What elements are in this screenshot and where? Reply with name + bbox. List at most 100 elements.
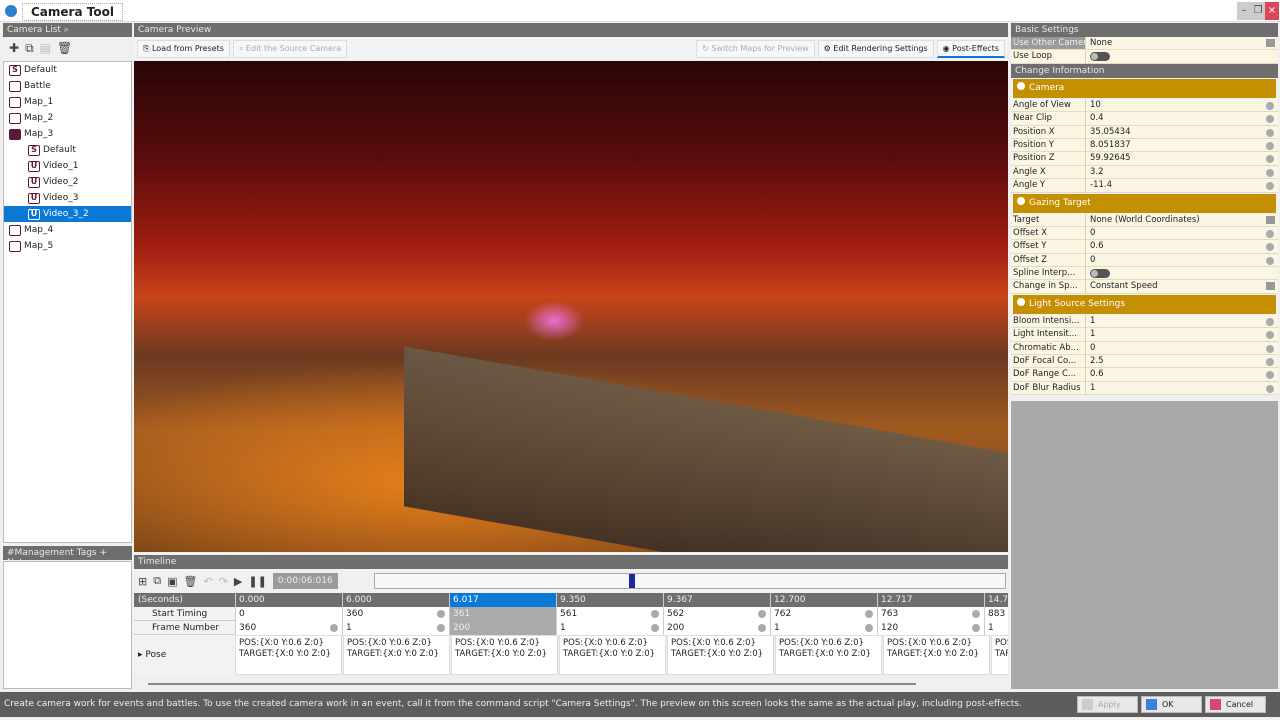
tree-item[interactable]: Map_5 (4, 238, 131, 254)
delete-icon[interactable]: 🗑 (57, 41, 72, 55)
remove-icon[interactable] (651, 610, 659, 618)
property-toggle[interactable] (1090, 269, 1110, 279)
tree-item[interactable]: U Video_3_2 (4, 206, 131, 222)
delete-icon[interactable]: 🗑 (183, 575, 197, 588)
start-timing-cell[interactable]: 883 (984, 607, 1008, 621)
reset-icon[interactable] (1266, 243, 1274, 252)
reset-icon[interactable] (1266, 182, 1274, 191)
pose-cell[interactable]: POS:{X:0 Y:0.6 Z:0} TARGET:{X:0 Y:0 Z:0} (559, 635, 666, 675)
cancel-button[interactable]: Cancel (1205, 696, 1266, 713)
edit-source-camera-button[interactable]: ⌕ Edit the Source Camera (232, 40, 348, 58)
camera-preview-viewport[interactable] (134, 61, 1008, 552)
property-input[interactable]: 1 (1086, 328, 1278, 340)
property-input[interactable]: 0 (1086, 342, 1278, 354)
start-timing-cell[interactable]: 0 (235, 607, 342, 621)
start-timing-cell[interactable]: 762 (770, 607, 877, 621)
frame-number-cell[interactable]: 1 (984, 621, 1008, 635)
property-input[interactable]: 1 (1086, 315, 1278, 327)
load-from-presets-button[interactable]: ⎘ Load from Presets (137, 40, 230, 58)
pause-button[interactable]: ❚❚ (248, 575, 266, 588)
remove-icon[interactable] (330, 624, 338, 632)
frame-number-cell[interactable]: 200 (663, 621, 770, 635)
remove-icon[interactable] (865, 624, 873, 632)
apply-button[interactable]: Apply (1077, 696, 1138, 713)
reset-icon[interactable] (1266, 331, 1274, 340)
timeline-horizontal-scrollbar[interactable] (148, 683, 916, 685)
keyframe-time-cell[interactable]: 12.700 (770, 593, 877, 607)
remove-icon[interactable] (544, 624, 552, 632)
property-input[interactable]: 59.92645 (1086, 152, 1278, 164)
timeline-scrubber[interactable] (374, 573, 1006, 589)
paste-icon[interactable]: ▤ (40, 41, 51, 55)
playhead-handle[interactable] (629, 574, 636, 588)
remove-icon[interactable] (437, 624, 445, 632)
tree-item[interactable]: Map_4 (4, 222, 131, 238)
frame-number-cell[interactable]: 1 (770, 621, 877, 635)
tree-item[interactable]: Map_1 (4, 94, 131, 110)
tree-item[interactable]: U Video_3 (4, 190, 131, 206)
property-input[interactable]: 0.6 (1086, 368, 1278, 380)
minimize-button[interactable]: – (1237, 2, 1251, 20)
keyframe-time-cell[interactable]: 12.717 (877, 593, 984, 607)
section-header[interactable]: Light Source Settings (1013, 294, 1276, 314)
tree-item[interactable]: S Default (4, 142, 131, 158)
frame-number-cell[interactable]: 1 (342, 621, 449, 635)
post-effects-button[interactable]: ◉ Post-Effects (936, 40, 1005, 58)
remove-icon[interactable] (865, 610, 873, 618)
reset-icon[interactable] (1266, 344, 1274, 353)
ok-button[interactable]: OK (1141, 696, 1202, 713)
redo-icon[interactable]: ↷ (219, 575, 228, 588)
remove-icon[interactable] (758, 624, 766, 632)
pose-cell[interactable]: POS:{X:0 Y:0.6 Z:0} TARGET:{X:0 Y:0 Z:0} (775, 635, 882, 675)
start-timing-cell[interactable]: 763 (877, 607, 984, 621)
tree-item[interactable]: Map_3 (4, 126, 131, 142)
copy-icon[interactable]: ⧉ (25, 41, 34, 56)
pose-cell[interactable]: POS:{X:0 Y:0.6 Z:0} TARGET:{X:0 Y:0 Z:0} (235, 635, 342, 675)
frame-number-cell[interactable]: 1 (556, 621, 663, 635)
remove-icon[interactable] (758, 610, 766, 618)
property-input[interactable]: 10 (1086, 99, 1278, 111)
restore-button[interactable]: ❐ (1251, 2, 1265, 20)
start-timing-cell[interactable]: 561 (556, 607, 663, 621)
start-timing-cell[interactable]: 361 (449, 607, 556, 621)
property-input[interactable]: 8.051837 (1086, 139, 1278, 151)
add-key-icon[interactable]: ⊞ (138, 575, 147, 588)
keyframe-time-cell[interactable]: 0.000 (235, 593, 342, 607)
remove-icon[interactable] (972, 624, 980, 632)
reset-icon[interactable] (1266, 229, 1274, 238)
reset-icon[interactable] (1266, 371, 1274, 380)
frame-number-cell[interactable]: 120 (877, 621, 984, 635)
reset-icon[interactable] (1266, 141, 1274, 150)
keyframe-time-cell[interactable]: 9.350 (556, 593, 663, 607)
pose-cell[interactable]: POS:{X:0 Y:0.6 Z:0} TARGET:{X:0 Y:0 Z:0} (343, 635, 450, 675)
keyframe-time-cell[interactable]: 6.017 (449, 593, 556, 607)
property-input[interactable]: 2.5 (1086, 355, 1278, 367)
frame-number-cell[interactable]: 360 (235, 621, 342, 635)
pose-cell[interactable]: POS:{X:0 Y:0.6 Z:0} TARGET:{X:0 Y:0 Z:0} (883, 635, 990, 675)
copy-icon[interactable]: ⧉ (153, 574, 161, 588)
use-other-camera-select[interactable]: None (1086, 37, 1278, 49)
remove-icon[interactable] (437, 610, 445, 618)
start-timing-cell[interactable]: 360 (342, 607, 449, 621)
property-select[interactable]: Constant Speed (1086, 280, 1278, 292)
paste-icon[interactable]: ▣ (167, 575, 177, 588)
tree-item[interactable]: U Video_2 (4, 174, 131, 190)
use-loop-toggle[interactable] (1090, 52, 1110, 62)
close-button[interactable]: × (1265, 2, 1279, 20)
reset-icon[interactable] (1266, 317, 1274, 326)
start-timing-cell[interactable]: 562 (663, 607, 770, 621)
keyframe-time-cell[interactable]: 9.367 (663, 593, 770, 607)
frame-number-cell[interactable]: 200 (449, 621, 556, 635)
property-input[interactable]: 1 (1086, 382, 1278, 394)
reset-icon[interactable] (1266, 115, 1274, 124)
property-input[interactable]: 0 (1086, 227, 1278, 239)
property-input[interactable]: -11.4 (1086, 179, 1278, 191)
property-input[interactable]: 0 (1086, 254, 1278, 266)
edit-rendering-settings-button[interactable]: ⚙ Edit Rendering Settings (817, 40, 934, 58)
keyframe-time-cell[interactable]: 14.717 (984, 593, 1008, 607)
switch-maps-button[interactable]: ↻ Switch Maps for Preview (696, 40, 815, 58)
search-icon[interactable]: ⌕ (64, 25, 69, 35)
reset-icon[interactable] (1266, 168, 1274, 177)
pose-cell[interactable]: POS:{X:0 Y:0.6 Z:0} TARGET:{X:0 Y:0 Z:0} (667, 635, 774, 675)
remove-icon[interactable] (651, 624, 659, 632)
